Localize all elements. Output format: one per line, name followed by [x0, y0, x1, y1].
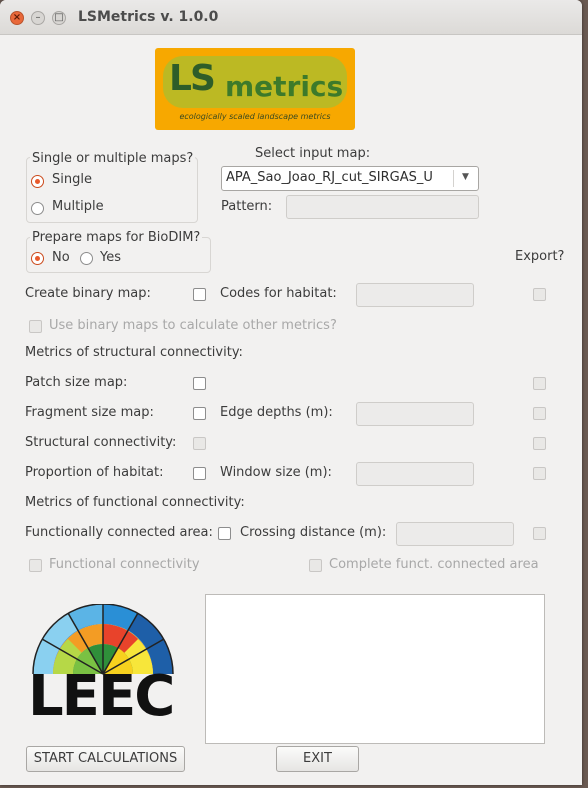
- create-binary-map-checkbox[interactable]: [193, 288, 206, 301]
- combo-separator: [453, 170, 454, 187]
- export-functional-area-checkbox[interactable]: [533, 527, 546, 540]
- biodim-yes-radio[interactable]: [80, 252, 93, 265]
- input-map-value: APA_Sao_Joao_RJ_cut_SIRGAS_U: [226, 170, 433, 185]
- edge-depths-label: Edge depths (m):: [220, 405, 333, 420]
- functional-connectivity-label: Functional connectivity: [49, 557, 200, 572]
- proportion-habitat-label: Proportion of habitat:: [25, 465, 164, 480]
- structural-connectivity-label: Structural connectivity:: [25, 435, 177, 450]
- lsmetrics-window: × – □ LSMetrics v. 1.0.0 LS metrics ecol…: [0, 0, 582, 785]
- exit-button[interactable]: EXIT: [276, 746, 359, 772]
- export-binary-checkbox[interactable]: [533, 288, 546, 301]
- window-title: LSMetrics v. 1.0.0: [78, 9, 219, 25]
- single-label: Single: [52, 172, 92, 187]
- fragment-size-checkbox[interactable]: [193, 407, 206, 420]
- maximize-icon: □: [54, 12, 64, 23]
- structural-connectivity-checkbox[interactable]: [193, 437, 206, 450]
- logo-subtitle: ecologically scaled landscape metrics: [179, 112, 331, 121]
- lsmetrics-logo: LS metrics ecologically scaled landscape…: [155, 48, 355, 130]
- functional-area-label: Functionally connected area:: [25, 525, 213, 540]
- functional-connectivity-checkbox[interactable]: [29, 559, 42, 572]
- crossing-distance-label: Crossing distance (m):: [240, 525, 387, 540]
- biodim-yes-label: Yes: [100, 250, 121, 265]
- pattern-input[interactable]: [286, 195, 479, 219]
- biodim-no-label: No: [52, 250, 70, 265]
- use-binary-label: Use binary maps to calculate other metri…: [49, 318, 337, 333]
- biodim-label: Prepare maps for BioDIM?: [30, 230, 203, 245]
- map-mode-label: Single or multiple maps?: [30, 151, 196, 166]
- export-patch-checkbox[interactable]: [533, 377, 546, 390]
- maximize-window-button[interactable]: □: [52, 11, 66, 25]
- pattern-label: Pattern:: [221, 199, 273, 214]
- select-input-map-label: Select input map:: [255, 146, 371, 161]
- chevron-down-icon[interactable]: ▼: [462, 172, 469, 182]
- fragment-size-label: Fragment size map:: [25, 405, 154, 420]
- structural-header: Metrics of structural connectivity:: [25, 345, 243, 360]
- use-binary-checkbox[interactable]: [29, 320, 42, 333]
- title-bar: × – □ LSMetrics v. 1.0.0: [0, 0, 582, 35]
- leec-text: LEEC: [28, 664, 175, 729]
- close-icon: ×: [12, 12, 22, 23]
- logo-metrics-text: metrics: [225, 70, 344, 103]
- export-fragment-checkbox[interactable]: [533, 407, 546, 420]
- input-map-select[interactable]: APA_Sao_Joao_RJ_cut_SIRGAS_U ▼: [221, 166, 479, 191]
- start-calculations-button[interactable]: START CALCULATIONS: [26, 746, 185, 772]
- functional-area-checkbox[interactable]: [218, 527, 231, 540]
- minimize-icon: –: [35, 12, 41, 23]
- complete-funct-label: Complete funct. connected area: [329, 557, 539, 572]
- close-window-button[interactable]: ×: [10, 11, 24, 25]
- functional-header: Metrics of functional connectivity:: [25, 495, 245, 510]
- proportion-habitat-checkbox[interactable]: [193, 467, 206, 480]
- patch-size-checkbox[interactable]: [193, 377, 206, 390]
- export-proportion-checkbox[interactable]: [533, 467, 546, 480]
- logo-ls-text: LS: [169, 58, 216, 99]
- single-radio[interactable]: [31, 175, 44, 188]
- multiple-label: Multiple: [52, 199, 104, 214]
- output-text-area[interactable]: [205, 594, 545, 744]
- biodim-no-radio[interactable]: [31, 252, 44, 265]
- codes-habitat-input[interactable]: [356, 283, 474, 307]
- export-label: Export?: [515, 249, 565, 264]
- window-size-label: Window size (m):: [220, 465, 332, 480]
- codes-habitat-label: Codes for habitat:: [220, 286, 337, 301]
- edge-depths-input[interactable]: [356, 402, 474, 426]
- complete-funct-checkbox[interactable]: [309, 559, 322, 572]
- create-binary-map-label: Create binary map:: [25, 286, 151, 301]
- crossing-distance-input[interactable]: [396, 522, 514, 546]
- multiple-radio[interactable]: [31, 202, 44, 215]
- patch-size-label: Patch size map:: [25, 375, 128, 390]
- minimize-window-button[interactable]: –: [31, 11, 45, 25]
- leec-logo: LEEC: [28, 603, 178, 729]
- export-structural-checkbox[interactable]: [533, 437, 546, 450]
- window-size-input[interactable]: [356, 462, 474, 486]
